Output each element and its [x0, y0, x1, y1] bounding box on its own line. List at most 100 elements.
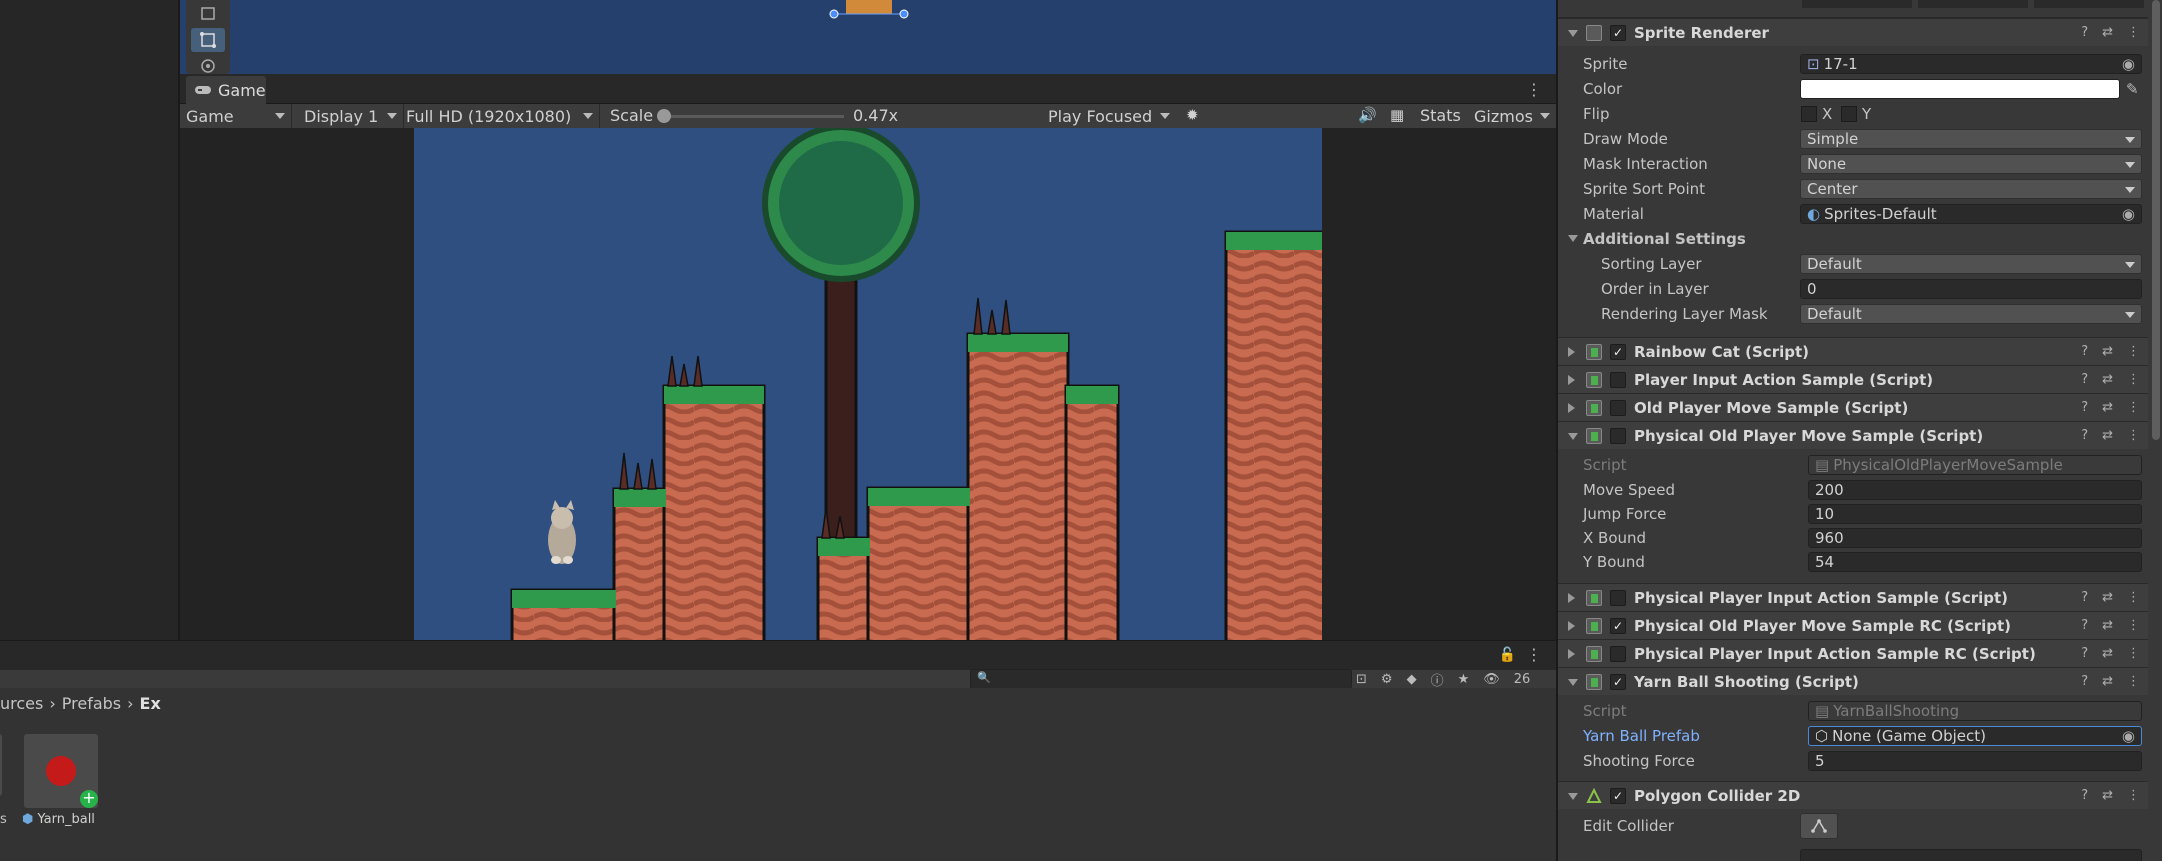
yarn-ball-asset-label[interactable]: ⬢ Yarn_ball [22, 812, 95, 827]
stats-button[interactable]: Stats [1420, 106, 1461, 125]
game-canvas[interactable] [414, 128, 1322, 640]
asset-thumbnail[interactable] [0, 734, 2, 796]
bug-icon[interactable]: ✹ [1186, 106, 1199, 124]
foldout-open-icon[interactable] [1568, 793, 1578, 800]
sprite-renderer-enabled-checkbox[interactable]: ✓ [1610, 24, 1626, 41]
mask-interaction-dropdown[interactable]: None [1800, 153, 2142, 174]
breadcrumb-item-prefabs[interactable]: Prefabs [62, 694, 121, 713]
component-menu-icon[interactable]: ⋮ [2127, 646, 2140, 661]
preset-icon[interactable]: ⇄ [2102, 25, 2113, 40]
collider-material-field[interactable] [1800, 849, 2142, 861]
y-bound-input[interactable]: 54 [1808, 551, 2142, 572]
component-enabled-checkbox[interactable] [1610, 371, 1626, 388]
sorting-layer-dropdown[interactable]: Default [1800, 253, 2142, 274]
project-search-input[interactable]: 🔍 [970, 669, 1352, 689]
help-icon[interactable]: ? [2081, 646, 2088, 661]
order-in-layer-input[interactable]: 0 [1800, 278, 2142, 299]
warning-filter-icon[interactable]: ⓘ [1431, 670, 1444, 689]
component-menu-icon[interactable]: ⋮ [2127, 400, 2140, 415]
rendering-layer-mask-dropdown[interactable]: Default [1800, 303, 2142, 324]
selected-object-gizmo[interactable] [824, 0, 914, 22]
component-menu-icon[interactable]: ⋮ [2127, 428, 2140, 443]
tab-options-icon[interactable]: ⋮ [1526, 80, 1542, 99]
foldout-closed-icon[interactable] [1568, 621, 1575, 631]
display-dropdown[interactable]: Display 1 [298, 104, 404, 128]
tab-game[interactable]: Game [186, 76, 266, 104]
game-view-dropdown[interactable]: Game [180, 104, 292, 128]
jump-force-input[interactable]: 10 [1808, 503, 2142, 524]
play-mode-dropdown[interactable]: Play Focused [1042, 104, 1176, 128]
color-swatch[interactable] [1800, 78, 2120, 99]
foldout-closed-icon[interactable] [1568, 593, 1575, 603]
help-icon[interactable]: ? [2081, 25, 2088, 40]
component-enabled-checkbox[interactable]: ✓ [1610, 673, 1626, 690]
foldout-closed-icon[interactable] [1568, 375, 1575, 385]
help-icon[interactable]: ? [2081, 400, 2088, 415]
component-header-physical-player-input-action-rc[interactable]: Physical Player Input Action Sample RC (… [1558, 639, 2148, 667]
component-menu-icon[interactable]: ⋮ [2127, 590, 2140, 605]
component-menu-icon[interactable]: ⋮ [2127, 372, 2140, 387]
preset-icon[interactable]: ⇄ [2102, 372, 2113, 387]
breadcrumb-item-resources[interactable]: urces [0, 694, 43, 713]
preset-icon[interactable]: ⇄ [2102, 674, 2113, 689]
object-picker-icon[interactable]: ◉ [2122, 55, 2135, 73]
help-icon[interactable]: ? [2081, 372, 2088, 387]
component-menu-icon[interactable]: ⋮ [2127, 674, 2140, 689]
component-menu-icon[interactable]: ⋮ [2127, 344, 2140, 359]
component-header-physical-old-player-move[interactable]: Physical Old Player Move Sample (Script)… [1558, 421, 2148, 449]
component-enabled-checkbox[interactable]: ✓ [1610, 787, 1626, 804]
search-by-label-icon[interactable]: ⚙ [1381, 672, 1393, 687]
help-icon[interactable]: ? [2081, 674, 2088, 689]
keyboard-icon[interactable]: ▦ [1390, 106, 1404, 124]
component-menu-icon[interactable]: ⋮ [2127, 788, 2140, 803]
component-menu-icon[interactable]: ⋮ [2127, 25, 2140, 40]
sprite-sort-point-dropdown[interactable]: Center [1800, 178, 2142, 199]
flip-y-checkbox[interactable] [1841, 105, 1857, 122]
component-header-physical-old-player-move-rc[interactable]: ✓ Physical Old Player Move Sample RC (Sc… [1558, 611, 2148, 639]
search-by-type-icon[interactable]: ⊡ [1356, 672, 1367, 687]
preset-icon[interactable]: ⇄ [2102, 428, 2113, 443]
preset-icon[interactable]: ⇄ [2102, 344, 2113, 359]
favorites-star-icon[interactable]: ★ [1458, 672, 1470, 687]
help-icon[interactable]: ? [2081, 428, 2088, 443]
sprite-field[interactable]: ⊡ 17-1 ◉ [1800, 53, 2142, 74]
foldout-open-icon[interactable] [1568, 679, 1578, 686]
component-header-yarn-ball-shooting[interactable]: ✓ Yarn Ball Shooting (Script) ? ⇄ ⋮ [1558, 667, 2148, 695]
foldout-closed-icon[interactable] [1568, 347, 1575, 357]
yarn-ball-prefab-thumbnail[interactable]: + [24, 734, 98, 808]
component-header-physical-player-input-action[interactable]: Physical Player Input Action Sample (Scr… [1558, 583, 2148, 611]
foldout-open-icon[interactable] [1568, 433, 1578, 440]
shooting-force-input[interactable]: 5 [1808, 750, 2142, 771]
component-enabled-checkbox[interactable] [1610, 645, 1626, 662]
component-enabled-checkbox[interactable] [1610, 427, 1626, 444]
help-icon[interactable]: ? [2081, 590, 2088, 605]
foldout-open-icon[interactable] [1568, 30, 1578, 37]
preset-icon[interactable]: ⇄ [2102, 400, 2113, 415]
resolution-dropdown[interactable]: Full HD (1920x1080) [400, 104, 600, 128]
component-enabled-checkbox[interactable] [1610, 399, 1626, 416]
script-reference-field[interactable]: ▤ PhysicalOldPlayerMoveSample [1808, 454, 2142, 475]
inspector-scrollbar[interactable] [2152, 0, 2160, 440]
component-header-polygon-collider-2d[interactable]: ✓ Polygon Collider 2D ? ⇄ ⋮ [1558, 781, 2148, 809]
scale-tool-icon[interactable] [191, 2, 225, 26]
tag-icon[interactable]: ◆ [1407, 672, 1417, 687]
scale-slider-track[interactable] [664, 115, 844, 118]
component-header-player-input-action[interactable]: Player Input Action Sample (Script) ? ⇄ ⋮ [1558, 365, 2148, 393]
component-menu-icon[interactable]: ⋮ [2127, 618, 2140, 633]
lock-icon[interactable]: 🔓 [1499, 647, 1516, 663]
material-field[interactable]: ◐ Sprites-Default ◉ [1800, 203, 2142, 224]
sprite-renderer-header[interactable]: ✓ Sprite Renderer ? ⇄ ⋮ [1558, 18, 2148, 46]
x-bound-input[interactable]: 960 [1808, 527, 2142, 548]
help-icon[interactable]: ? [2081, 344, 2088, 359]
asset-label[interactable]: s [0, 812, 7, 827]
scale-slider-handle[interactable] [657, 109, 671, 123]
preset-icon[interactable]: ⇄ [2102, 590, 2113, 605]
foldout-open-icon[interactable] [1568, 235, 1578, 242]
breadcrumb-item-current[interactable]: Ex [140, 694, 161, 713]
scene-view[interactable] [180, 0, 1556, 74]
panel-options-icon[interactable]: ⋮ [1526, 645, 1542, 664]
component-header-rainbow-cat[interactable]: ✓ Rainbow Cat (Script) ? ⇄ ⋮ [1558, 337, 2148, 365]
draw-mode-dropdown[interactable]: Simple [1800, 128, 2142, 149]
foldout-closed-icon[interactable] [1568, 403, 1575, 413]
flip-x-checkbox[interactable] [1801, 105, 1817, 122]
